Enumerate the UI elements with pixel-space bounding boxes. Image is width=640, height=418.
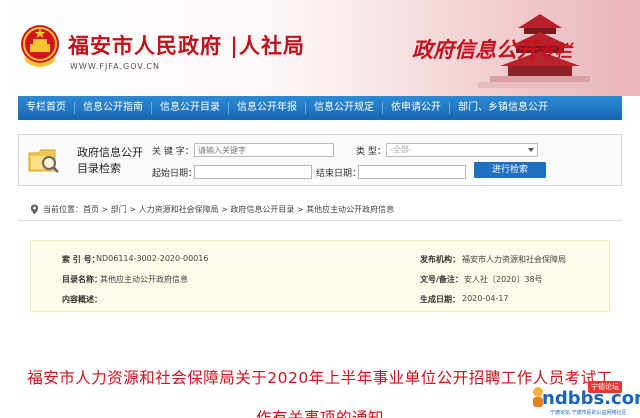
start-date-label: 起始日期：	[152, 169, 198, 179]
search-panel-title: 政府信息公开目录检索	[77, 146, 143, 175]
breadcrumb: 当前位置：首页 > 部门 > 人力资源和社会保障局 > 政府信息公开目录 > 其…	[30, 204, 394, 215]
category-value: 其他应主动公开政府信息	[100, 275, 188, 284]
nav-item-catalog[interactable]: 信息公开目录	[152, 96, 228, 120]
publisher-label: 发布机构：	[420, 255, 460, 264]
type-select-value: -全部-	[390, 145, 412, 154]
nav-item-annual-report[interactable]: 信息公开年报	[229, 96, 305, 120]
date-value: 2020-04-17	[462, 294, 509, 303]
forum-tagline: 宁德论坛 宁德市民的公益网络社区	[550, 410, 627, 416]
section-divider	[18, 220, 622, 221]
nav-item-departments[interactable]: 部门、乡镇信息公开	[450, 96, 556, 120]
site-title[interactable]: 福安市人民政府 |人社局	[68, 30, 305, 60]
forum-watermark: 宁德论坛 ndbbs.com 宁德论坛 宁德市民的公益网络社区	[530, 378, 640, 418]
index-value: ND06114-3002-2020-00016	[96, 254, 209, 263]
type-select[interactable]: -全部-	[386, 143, 538, 157]
date-label: 生成日期：	[420, 295, 460, 304]
folder-search-icon	[28, 149, 59, 173]
publisher-value: 福安市人力资源和社会保障局	[462, 255, 566, 264]
end-date-input[interactable]	[358, 165, 466, 179]
forum-logo: ndbbs.com	[542, 388, 640, 409]
banner-text: 政府信息公开专栏	[412, 34, 572, 64]
docno-label: 文号/备注：	[420, 275, 463, 284]
chevron-down-icon	[528, 148, 534, 152]
nav-item-home[interactable]: 专栏首页	[18, 96, 74, 120]
end-date-label: 结束日期：	[316, 169, 362, 179]
search-button[interactable]: 进行检索	[474, 162, 546, 178]
summary-label: 内容概述：	[62, 295, 102, 304]
keyword-label: 关 键 字：	[152, 147, 194, 157]
main-nav: 专栏首页 信息公开指南 信息公开目录 信息公开年报 信息公开规定 依申请公开 部…	[18, 96, 622, 120]
start-date-input[interactable]	[194, 165, 312, 179]
index-label: 索 引 号：	[62, 255, 100, 264]
docno-value: 安人社〔2020〕38号	[464, 275, 543, 284]
nav-item-apply[interactable]: 依申请公开	[383, 96, 449, 120]
nav-item-regulations[interactable]: 信息公开规定	[306, 96, 382, 120]
banner-main: 政府信息公开	[412, 37, 538, 62]
breadcrumb-text[interactable]: 当前位置：首页 > 部门 > 人力资源和社会保障局 > 政府信息公开目录 > 其…	[43, 204, 394, 215]
site-url: WWW.FJFA.GOV.CN	[70, 62, 160, 71]
banner-sub: 专栏	[538, 42, 572, 62]
category-label: 目录名称：	[62, 275, 102, 284]
keyword-input[interactable]	[194, 143, 334, 157]
nav-item-guide[interactable]: 信息公开指南	[75, 96, 151, 120]
site-header: 福安市人民政府 |人社局 WWW.FJFA.GOV.CN 政府信息公开专栏	[0, 0, 640, 96]
location-pin-icon	[30, 204, 39, 215]
national-emblem-icon	[21, 25, 59, 67]
type-label: 类 型：	[356, 147, 386, 157]
